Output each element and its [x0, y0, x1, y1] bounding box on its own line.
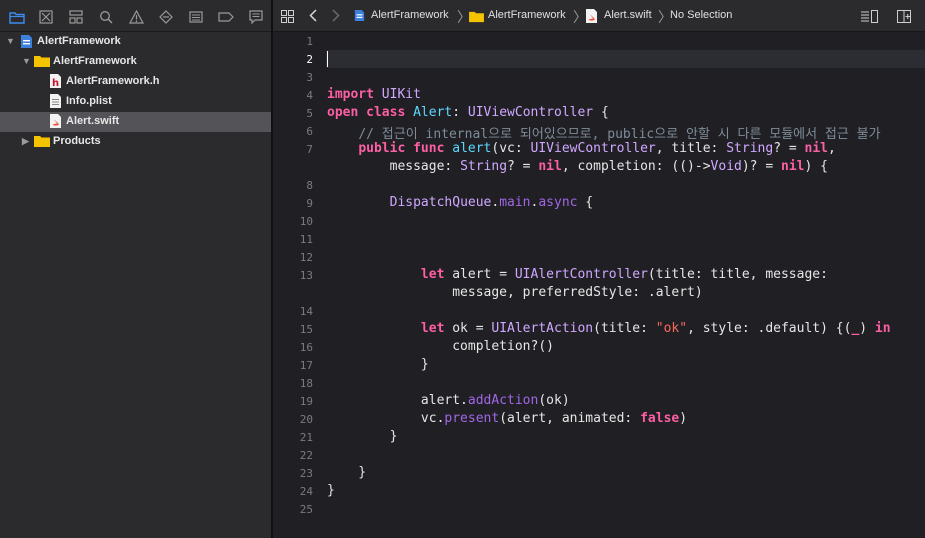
swift-file-icon [50, 114, 64, 129]
line-number: 14 [299, 305, 313, 318]
tree-item-label: AlertFramework [37, 35, 121, 47]
issue-icon[interactable] [127, 8, 145, 26]
line-number: 7 [306, 143, 313, 156]
code-line[interactable]: open class Alert: UIViewController { [327, 105, 609, 120]
line-number: 9 [306, 197, 313, 210]
line-number: 24 [299, 485, 313, 498]
find-icon[interactable] [97, 8, 115, 26]
jumpbar-crumb-group[interactable]: AlertFramework [488, 9, 566, 21]
header-file-icon: h [50, 74, 64, 89]
line-number: 21 [299, 431, 313, 444]
disclosure-expanded-icon[interactable]: ▼ [6, 36, 16, 46]
line-number: 23 [299, 467, 313, 480]
line-number: 20 [299, 413, 313, 426]
code-line[interactable]: public func alert(vc: UIViewController, … [327, 141, 836, 156]
code-line[interactable]: completion?() [327, 339, 554, 354]
line-number: 1 [306, 35, 313, 48]
code-line[interactable]: // 접근이 internal으로 되어있으므로, public으로 안할 시 … [327, 123, 880, 142]
tree-item-label: Products [53, 135, 101, 147]
line-number: 13 [299, 269, 313, 282]
line-number: 18 [299, 377, 313, 390]
tree-item-group[interactable]: ▶ Products [0, 132, 271, 152]
source-control-icon[interactable] [37, 8, 55, 26]
tree-item-label: Alert.swift [66, 115, 120, 127]
code-line[interactable]: } [327, 429, 398, 444]
tree-item-project[interactable]: ▼ AlertFramework [0, 32, 271, 52]
tree-item-file-selected[interactable]: Alert.swift [0, 112, 271, 132]
line-number: 8 [306, 179, 313, 192]
line-number-current: 2 [306, 53, 313, 66]
line-number: 15 [299, 323, 313, 336]
navigator-sidebar: ▼ AlertFramework ▼ AlertFramework h Aler… [0, 0, 271, 538]
breakpoint-icon[interactable] [217, 8, 235, 26]
line-number: 3 [306, 71, 313, 84]
code-line[interactable]: alert.addAction(ok) [327, 393, 570, 408]
plist-file-icon [50, 94, 64, 109]
disclosure-expanded-icon[interactable]: ▼ [22, 56, 32, 66]
code-line[interactable]: let ok = UIAlertAction(title: "ok", styl… [327, 321, 891, 336]
report-icon[interactable] [247, 8, 265, 26]
back-icon[interactable] [309, 9, 317, 25]
minimap-toggle-icon[interactable] [860, 10, 878, 26]
test-icon[interactable] [157, 8, 175, 26]
line-number: 17 [299, 359, 313, 372]
chevron-right-icon: 〉 [573, 9, 587, 25]
code-line[interactable]: } [327, 357, 429, 372]
line-number: 6 [306, 125, 313, 138]
folder-icon [34, 134, 50, 149]
source-editor: AlertFramework 〉 AlertFramework 〉 Alert.… [273, 0, 925, 538]
jumpbar-crumb-symbol[interactable]: No Selection [670, 9, 732, 21]
line-number: 12 [299, 251, 313, 264]
jumpbar-crumb-file[interactable]: Alert.swift [604, 9, 652, 21]
code-line[interactable]: vc.present(alert, animated: false) [327, 411, 687, 426]
code-area[interactable]: 1 2 3 4 5 6 7 8 9 10 11 12 13 14 15 16 1… [273, 32, 925, 538]
folder-icon [469, 10, 484, 26]
tree-item-group[interactable]: ▼ AlertFramework [0, 52, 271, 72]
current-line-highlight [326, 50, 925, 68]
line-number: 16 [299, 341, 313, 354]
folder-icon[interactable] [8, 8, 26, 26]
code-line[interactable]: } [327, 465, 366, 480]
line-number: 10 [299, 215, 313, 228]
code-line[interactable]: message: String? = nil, completion: (()-… [327, 159, 828, 174]
folder-icon [34, 54, 50, 69]
forward-icon[interactable] [332, 9, 340, 25]
text-caret [327, 51, 328, 67]
line-number: 4 [306, 89, 313, 102]
code-line[interactable]: message, preferredStyle: .alert) [327, 285, 702, 300]
svg-text:h: h [52, 78, 59, 88]
symbol-icon[interactable] [67, 8, 85, 26]
project-icon [354, 9, 365, 25]
tree-item-label: Info.plist [66, 95, 112, 107]
code-line[interactable]: let alert = UIAlertController(title: tit… [327, 267, 828, 282]
code-line[interactable]: } [327, 483, 335, 498]
navigator-toolbar [0, 0, 271, 32]
debug-icon[interactable] [187, 8, 205, 26]
line-number: 19 [299, 395, 313, 408]
jumpbar-crumb-project[interactable]: AlertFramework [371, 9, 449, 21]
tree-item-label: AlertFramework.h [66, 75, 160, 87]
line-number: 11 [299, 233, 313, 246]
related-items-icon[interactable] [281, 10, 294, 26]
tree-item-label: AlertFramework [53, 55, 137, 67]
line-number: 25 [299, 503, 313, 516]
tree-item-file[interactable]: Info.plist [0, 92, 271, 112]
line-number: 22 [299, 449, 313, 462]
swift-file-icon [586, 9, 597, 26]
code-line[interactable]: import UIKit [327, 87, 421, 102]
line-number: 5 [306, 107, 313, 120]
project-icon [20, 34, 34, 49]
add-editor-icon[interactable] [897, 10, 911, 26]
code-line[interactable]: DispatchQueue.main.async { [327, 195, 594, 210]
tree-item-file[interactable]: h AlertFramework.h [0, 72, 271, 92]
disclosure-collapsed-icon[interactable]: ▶ [22, 136, 32, 146]
jump-bar: AlertFramework 〉 AlertFramework 〉 Alert.… [273, 0, 925, 32]
